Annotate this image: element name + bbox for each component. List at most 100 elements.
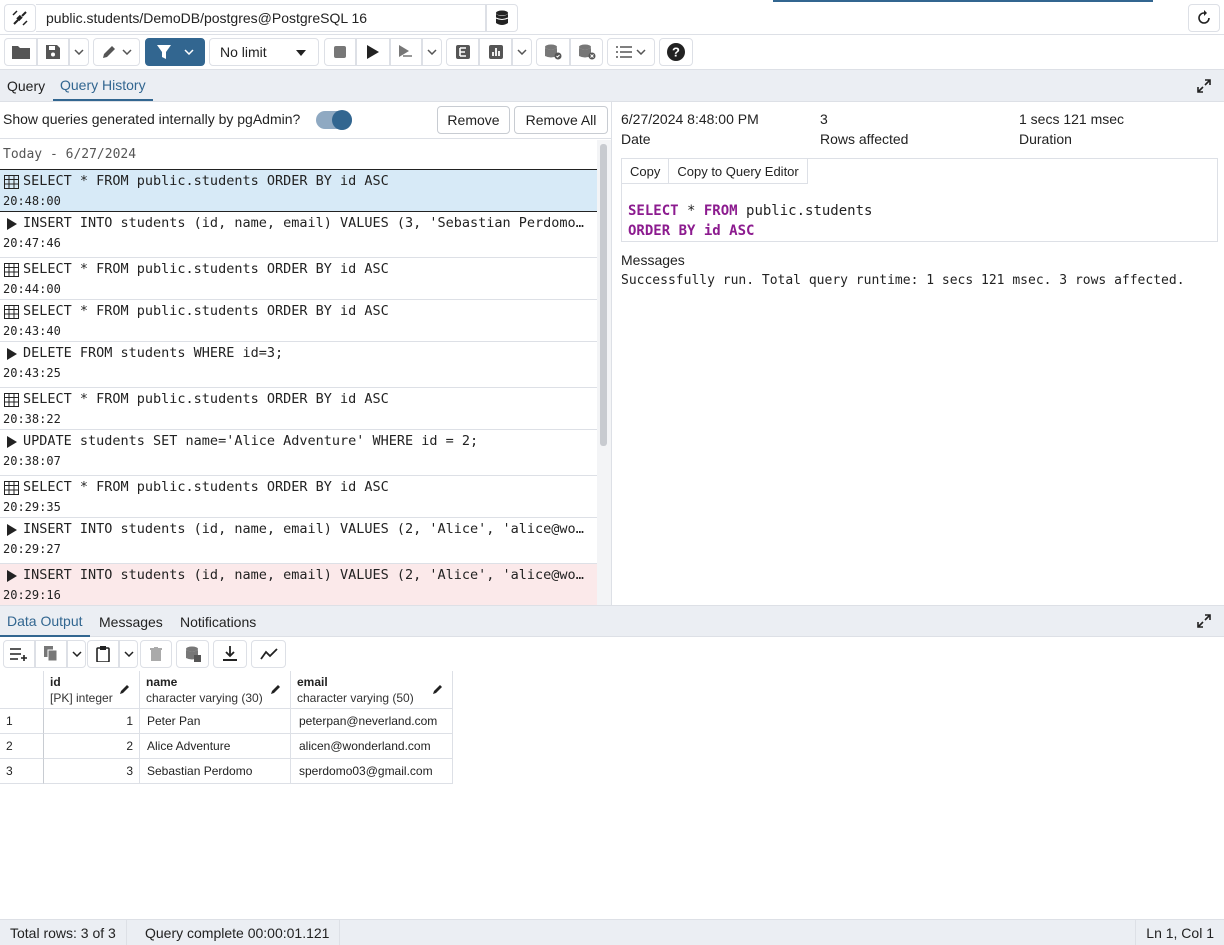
row-number[interactable]: 1 bbox=[0, 709, 44, 734]
edit-pencil-icon[interactable] bbox=[119, 683, 131, 695]
table-icon bbox=[4, 481, 19, 495]
row-number[interactable]: 2 bbox=[0, 734, 44, 759]
tab-query-history[interactable]: Query History bbox=[53, 70, 153, 101]
bar-chart-icon bbox=[488, 45, 503, 59]
detail-date-value: 6/27/2024 8:48:00 PM bbox=[621, 111, 759, 127]
column-type: character varying (50) bbox=[297, 691, 414, 705]
tab-query[interactable]: Query bbox=[0, 70, 52, 101]
commit-button[interactable] bbox=[536, 38, 570, 66]
grid-cell-name[interactable]: Alice Adventure bbox=[140, 734, 291, 759]
edit-pencil-icon[interactable] bbox=[270, 683, 282, 695]
grid-cell-id[interactable]: 1 bbox=[44, 709, 140, 734]
connection-status-button[interactable] bbox=[4, 4, 36, 32]
history-item[interactable]: DELETE FROM students WHERE id=3; 20:43:25 bbox=[0, 342, 597, 388]
sql-keyword: FROM bbox=[703, 203, 738, 219]
history-scrollbar[interactable] bbox=[597, 140, 611, 605]
column-header-id[interactable]: id [PK] integer bbox=[44, 671, 140, 709]
edit-pencil-icon[interactable] bbox=[432, 683, 444, 695]
column-header-email[interactable]: email character varying (50) bbox=[291, 671, 453, 709]
tab-messages-label: Messages bbox=[99, 613, 163, 630]
paste-button[interactable] bbox=[87, 640, 119, 668]
tab-data-output[interactable]: Data Output bbox=[0, 606, 90, 637]
explain-analyze-button[interactable] bbox=[479, 38, 512, 66]
copy-to-editor-button[interactable]: Copy to Query Editor bbox=[669, 159, 808, 184]
remove-button[interactable]: Remove bbox=[437, 106, 510, 134]
edit-dropdown-button[interactable] bbox=[93, 38, 140, 66]
history-item[interactable]: INSERT INTO students (id, name, email) V… bbox=[0, 564, 597, 605]
column-header-name[interactable]: name character varying (30) bbox=[140, 671, 291, 709]
refresh-button[interactable] bbox=[1188, 4, 1220, 32]
add-row-button[interactable] bbox=[3, 640, 35, 668]
database-icon bbox=[495, 10, 509, 25]
open-file-button[interactable] bbox=[4, 38, 37, 66]
explain-dropdown-button[interactable] bbox=[512, 38, 532, 66]
history-item[interactable]: SELECT * FROM public.students ORDER BY i… bbox=[0, 476, 597, 518]
rollback-button[interactable] bbox=[570, 38, 603, 66]
download-button[interactable] bbox=[213, 640, 247, 668]
sql-keyword: SELECT bbox=[628, 203, 679, 219]
connection-select[interactable]: public.students/DemoDB/postgres@PostgreS… bbox=[36, 4, 486, 32]
delete-rows-button[interactable] bbox=[140, 640, 172, 668]
history-item[interactable]: INSERT INTO students (id, name, email) V… bbox=[0, 518, 597, 564]
grid-cell-email[interactable]: sperdomo03@gmail.com bbox=[291, 759, 453, 784]
save-button[interactable] bbox=[37, 38, 69, 66]
play-icon bbox=[7, 218, 17, 230]
execute-script-button[interactable] bbox=[390, 38, 422, 66]
expand-icon[interactable] bbox=[1196, 78, 1212, 94]
play-icon bbox=[7, 348, 17, 360]
accent-line bbox=[773, 0, 1153, 2]
history-time: 20:29:27 bbox=[3, 542, 61, 556]
copy-rows-button[interactable] bbox=[35, 640, 67, 668]
grid-cell-email[interactable]: alicen@wonderland.com bbox=[291, 734, 453, 759]
history-item[interactable]: SELECT * FROM public.students ORDER BY i… bbox=[0, 300, 597, 342]
history-controls: Show queries generated internally by pgA… bbox=[0, 102, 612, 139]
svg-text:?: ? bbox=[672, 45, 680, 60]
remove-all-button[interactable]: Remove All bbox=[514, 106, 608, 134]
internal-queries-toggle[interactable] bbox=[316, 110, 352, 130]
save-dropdown-button[interactable] bbox=[69, 38, 89, 66]
history-item[interactable]: SELECT * FROM public.students ORDER BY i… bbox=[0, 258, 597, 300]
help-button[interactable]: ? bbox=[659, 38, 693, 66]
sql-code: SELECT * FROM public.students ORDER BY i… bbox=[628, 201, 872, 241]
grid-cell-name[interactable]: Peter Pan bbox=[140, 709, 291, 734]
sql-text: * bbox=[678, 203, 704, 219]
column-name: id bbox=[50, 675, 61, 689]
save-icon bbox=[46, 45, 60, 59]
trash-icon bbox=[150, 647, 162, 661]
history-time: 20:47:46 bbox=[3, 236, 61, 250]
macros-dropdown-button[interactable] bbox=[607, 38, 655, 66]
grid-cell-name[interactable]: Sebastian Perdomo bbox=[140, 759, 291, 784]
save-data-button[interactable] bbox=[176, 640, 209, 668]
execute-dropdown-button[interactable] bbox=[422, 38, 442, 66]
play-icon bbox=[7, 524, 17, 536]
stop-button[interactable] bbox=[324, 38, 356, 66]
remove-all-button-label: Remove All bbox=[525, 112, 597, 128]
history-item[interactable]: UPDATE students SET name='Alice Adventur… bbox=[0, 430, 597, 476]
history-item[interactable]: INSERT INTO students (id, name, email) V… bbox=[0, 212, 597, 258]
explain-button[interactable] bbox=[446, 38, 479, 66]
row-number[interactable]: 3 bbox=[0, 759, 44, 784]
expand-icon[interactable] bbox=[1196, 613, 1212, 629]
grid-cell-email[interactable]: peterpan@neverland.com bbox=[291, 709, 453, 734]
tab-messages[interactable]: Messages bbox=[92, 606, 170, 637]
graph-visualiser-button[interactable] bbox=[251, 640, 286, 668]
tab-query-history-label: Query History bbox=[60, 76, 146, 93]
chevron-down-icon bbox=[517, 49, 527, 55]
database-button[interactable] bbox=[486, 4, 518, 32]
history-scroll-thumb[interactable] bbox=[600, 144, 607, 446]
paste-dropdown-button[interactable] bbox=[119, 640, 138, 668]
play-script-icon bbox=[399, 45, 412, 57]
tab-notifications[interactable]: Notifications bbox=[173, 606, 263, 637]
row-limit-select[interactable]: No limit bbox=[209, 38, 319, 66]
grid-cell-id[interactable]: 2 bbox=[44, 734, 140, 759]
status-cursor-position: Ln 1, Col 1 bbox=[1135, 920, 1224, 945]
history-item[interactable]: SELECT * FROM public.students ORDER BY i… bbox=[0, 388, 597, 430]
copy-button[interactable]: Copy bbox=[622, 159, 670, 184]
grid-corner[interactable] bbox=[0, 671, 44, 709]
history-item[interactable]: SELECT * FROM public.students ORDER BY i… bbox=[0, 170, 597, 212]
grid-cell-id[interactable]: 3 bbox=[44, 759, 140, 784]
filter-button[interactable] bbox=[145, 38, 205, 66]
clipboard-icon bbox=[96, 646, 110, 662]
execute-button[interactable] bbox=[356, 38, 390, 66]
copy-dropdown-button[interactable] bbox=[67, 640, 86, 668]
